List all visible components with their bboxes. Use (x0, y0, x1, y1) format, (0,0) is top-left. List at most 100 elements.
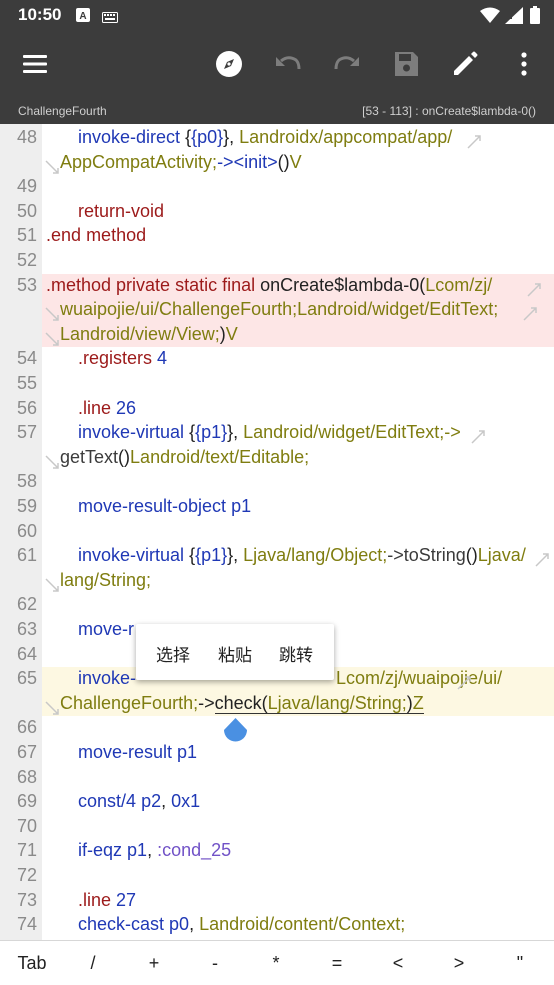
code-token: ChallengeFourth; (60, 692, 199, 713)
wrap-arrow-icon (45, 332, 59, 346)
line-number: 71 (16, 840, 37, 861)
code-line: Landroid/view/View;)V (0, 323, 554, 348)
signal-icon (505, 7, 523, 29)
save-icon[interactable] (390, 48, 422, 80)
code-token: Lcom/zj/ (425, 274, 493, 295)
code-editor[interactable]: 48 invoke-direct {{p0}}, Landroidx/appco… (0, 124, 554, 940)
code-token: () (277, 151, 290, 172)
code-token: ->toString (387, 545, 466, 566)
file-name: ChallengeFourth (18, 104, 107, 118)
undo-icon[interactable] (272, 48, 304, 80)
code-token: 26 (116, 397, 137, 418)
code-token: Ljava/lang/Object; (243, 545, 388, 566)
line-number: 50 (16, 200, 37, 221)
code-token: .method private static final (46, 274, 256, 295)
code-token: move-result-object (78, 496, 227, 516)
notification-a-icon: A (76, 8, 90, 27)
code-line: AppCompatActivity;-><init>()V (0, 151, 554, 176)
code-token: onCreate$lambda-0 (260, 274, 420, 295)
code-line: lang/String; (0, 569, 554, 594)
code-line: 56 .line 26 (0, 397, 554, 422)
redo-icon[interactable] (331, 48, 363, 80)
line-number: 52 (16, 250, 37, 270)
tab-key[interactable]: Tab (12, 953, 52, 974)
line-number: 67 (16, 742, 37, 762)
menu-icon[interactable] (19, 48, 51, 80)
code-token: Landroid/content/Context; (199, 914, 406, 935)
paste-menu-item[interactable]: 粘贴 (218, 641, 252, 666)
code-token: invoke-direct (78, 127, 181, 147)
line-number: 53 (16, 274, 37, 295)
line-number: 59 (16, 496, 37, 516)
code-line: 70 (0, 815, 554, 840)
code-line: 57 invoke-virtual {{p1}}, Landroid/widge… (0, 421, 554, 446)
code-line: 66 (0, 716, 554, 741)
line-number: 60 (16, 520, 37, 541)
selection-handle[interactable] (223, 718, 248, 745)
line-number: 68 (16, 766, 37, 787)
wrap-arrow-icon (527, 282, 541, 297)
less-than-key[interactable]: < (378, 953, 418, 974)
wrap-arrow-icon (471, 430, 485, 444)
code-token: method (86, 225, 147, 246)
code-line: 52 (0, 249, 554, 274)
selected-token[interactable]: check (215, 693, 262, 713)
code-line: 68 (0, 766, 554, 791)
line-number: 66 (16, 717, 37, 738)
compass-icon[interactable] (213, 48, 245, 80)
code-token: Ljava/lang/String; (267, 692, 407, 713)
code-line: 61 invoke-virtual {{p1}}, Ljava/lang/Obj… (0, 544, 554, 569)
wrap-arrow-icon (45, 578, 59, 592)
code-line: 74 check-cast p0, Landroid/content/Conte… (0, 913, 554, 938)
code-token: p2 (141, 791, 162, 812)
code-token: return-void (78, 200, 165, 221)
quote-key[interactable]: " (500, 953, 540, 974)
code-token: Landroid/view/View; (60, 323, 220, 344)
line-number: 57 (16, 422, 37, 443)
code-token: {p1} (195, 545, 228, 566)
wifi-icon (480, 7, 500, 28)
wrap-arrow-icon (535, 553, 549, 567)
code-token: p0 (169, 914, 190, 935)
code-line: 67 move-result p1 (0, 741, 554, 766)
wrap-arrow-icon (45, 455, 59, 469)
goto-menu-item[interactable]: 跳转 (279, 641, 313, 666)
code-token: Landroid/text/Editable; (130, 446, 310, 467)
plus-key[interactable]: + (134, 953, 174, 974)
code-token: -> (198, 692, 215, 713)
slash-key[interactable]: / (73, 953, 113, 974)
code-token: .registers (78, 348, 153, 369)
equals-key[interactable]: = (317, 953, 357, 974)
code-line: 51 .end method (0, 224, 554, 249)
code-token: , (147, 840, 153, 861)
toolbar (0, 32, 554, 96)
minus-key[interactable]: - (195, 953, 235, 974)
more-options-icon[interactable] (508, 48, 540, 80)
code-token: () (118, 446, 131, 467)
code-token: 0x1 (171, 791, 201, 812)
wrap-arrow-icon (523, 307, 537, 321)
code-token: () (465, 545, 478, 566)
line-number: 48 (16, 127, 37, 147)
code-line: getText()Landroid/text/Editable; (0, 446, 554, 471)
code-token: V (225, 323, 238, 344)
code-line: 55 (0, 372, 554, 397)
code-token: .line (78, 889, 112, 910)
code-line: 50 return-void (0, 200, 554, 225)
code-line: 59 move-result-object p1 (0, 495, 554, 520)
select-menu-item[interactable]: 选择 (156, 641, 190, 666)
code-token: p1 (177, 742, 198, 762)
code-token: :cond_25 (157, 840, 232, 861)
asterisk-key[interactable]: * (256, 953, 296, 974)
code-line: 53 .method private static final onCreate… (0, 274, 554, 299)
edit-pencil-icon[interactable] (449, 48, 481, 80)
line-number: 64 (16, 643, 37, 664)
text-selection-popup: 选择 粘贴 跳转 (136, 624, 334, 680)
wrap-arrow-icon (467, 135, 481, 149)
code-token: invoke-virtual (78, 545, 185, 566)
code-line: ChallengeFourth;->check(Ljava/lang/Strin… (0, 692, 554, 717)
greater-than-key[interactable]: > (439, 953, 479, 974)
line-number: 63 (16, 619, 37, 639)
code-token: if-eqz (78, 840, 123, 861)
code-token: invoke- (78, 668, 137, 689)
